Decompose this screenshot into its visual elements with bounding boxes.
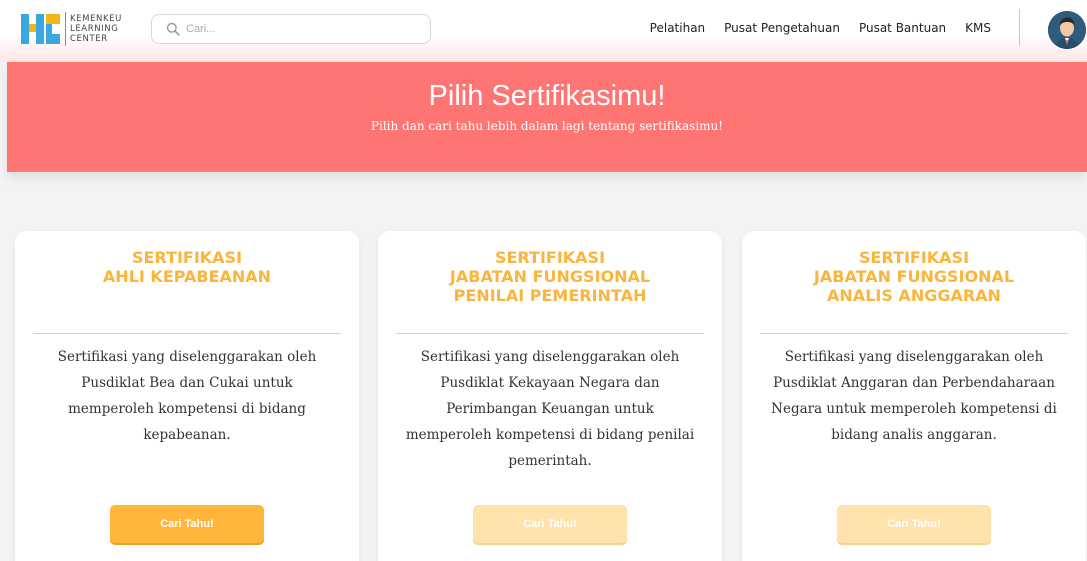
card-title-line: SERTIFIKASI	[494, 248, 606, 267]
nav-divider	[1019, 9, 1020, 46]
card-description-line: Sertifikasi yang diselenggarakan oleh	[420, 349, 680, 365]
certification-card-kepabeanan: SERTIFIKASI AHLI KEPABEANAN Sertifikasi …	[15, 231, 359, 561]
cari-tahu-button[interactable]: Cari Tahu!	[110, 505, 264, 543]
logo-divider	[65, 12, 66, 46]
nav-link-pusat-bantuan[interactable]: Pusat Bantuan	[859, 21, 946, 35]
card-description-line: bidang analis anggaran.	[831, 427, 997, 443]
search-icon	[166, 22, 180, 36]
cari-tahu-button[interactable]: Cari Tahu!	[837, 505, 991, 543]
card-title-line: JABATAN FUNGSIONAL	[813, 267, 1015, 286]
card-divider	[396, 333, 704, 334]
card-description: Sertifikasi yang diselenggarakan oleh Pu…	[390, 344, 710, 474]
card-divider	[760, 333, 1068, 334]
card-description-line: kepabeanan.	[143, 427, 231, 443]
certification-card-penilai-pemerintah: SERTIFIKASI JABATAN FUNGSIONAL PENILAI P…	[378, 231, 722, 561]
logo-text-line: CENTER	[70, 34, 108, 44]
card-description-line: Perimbangan Keuangan untuk	[446, 401, 654, 417]
card-title-line: SERTIFIKASI	[131, 248, 243, 267]
logo-text: KEMENKEU LEARNING CENTER	[70, 14, 122, 44]
card-description: Sertifikasi yang diselenggarakan oleh Pu…	[27, 344, 347, 448]
card-description: Sertifikasi yang diselenggarakan oleh Pu…	[754, 344, 1074, 448]
page-title: Pilih Sertifikasimu!	[428, 80, 666, 112]
card-description-line: memperoleh kompetensi di bidang penilai	[405, 427, 695, 443]
card-title-line: SERTIFIKASI	[858, 248, 970, 267]
main-nav: Pelatihan Pusat Pengetahuan Pusat Bantua…	[631, 21, 991, 35]
card-description-line: Pusdiklat Anggaran dan Perbendaharaan	[773, 375, 1055, 391]
search-input[interactable]	[186, 23, 416, 35]
card-description-line: Sertifikasi yang diselenggarakan oleh	[784, 349, 1044, 365]
card-description-line: memperoleh kompetensi di bidang	[68, 401, 306, 417]
card-description-line: Sertifikasi yang diselenggarakan oleh	[57, 349, 317, 365]
page-subtitle: Pilih dan cari tahu lebih dalam lagi ten…	[370, 119, 724, 133]
avatar-icon	[1048, 11, 1086, 49]
card-title: SERTIFIKASI AHLI KEPABEANAN	[15, 248, 359, 286]
card-description-line: pemerintah.	[508, 453, 592, 469]
card-description-line: Pusdiklat Kekayaan Negara dan	[440, 375, 660, 391]
logo-text-line: KEMENKEU	[70, 14, 122, 24]
hero-banner: Pilih Sertifikasimu! Pilih dan cari tahu…	[7, 62, 1087, 172]
card-title-line: JABATAN FUNGSIONAL	[449, 267, 651, 286]
card-title-line: ANALIS ANGGARAN	[827, 286, 1001, 305]
card-title-line: PENILAI PEMERINTAH	[453, 286, 647, 305]
nav-link-pusat-pengetahuan[interactable]: Pusat Pengetahuan	[724, 21, 840, 35]
card-title: SERTIFIKASI JABATAN FUNGSIONAL PENILAI P…	[378, 248, 722, 305]
card-title-line: AHLI KEPABEANAN	[102, 267, 272, 286]
logo-mark-icon	[21, 12, 60, 46]
card-description-line: Negara untuk memperoleh kompetensi di	[771, 401, 1057, 417]
certification-card-analis-anggaran: SERTIFIKASI JABATAN FUNGSIONAL ANALIS AN…	[742, 231, 1086, 561]
search-bar[interactable]	[151, 14, 431, 44]
user-avatar[interactable]	[1048, 11, 1086, 49]
nav-link-kms[interactable]: KMS	[965, 21, 991, 35]
kemenkeu-learning-center-logo[interactable]: KEMENKEU LEARNING CENTER	[21, 12, 122, 46]
card-description-line: Pusdiklat Bea dan Cukai untuk	[81, 375, 293, 391]
logo-text-line: LEARNING	[70, 24, 119, 34]
top-navbar: KEMENKEU LEARNING CENTER Pelatihan Pusat…	[0, 0, 1087, 62]
card-divider	[33, 333, 341, 334]
cari-tahu-button[interactable]: Cari Tahu!	[473, 505, 627, 543]
nav-link-pelatihan[interactable]: Pelatihan	[650, 21, 705, 35]
card-title: SERTIFIKASI JABATAN FUNGSIONAL ANALIS AN…	[742, 248, 1086, 305]
